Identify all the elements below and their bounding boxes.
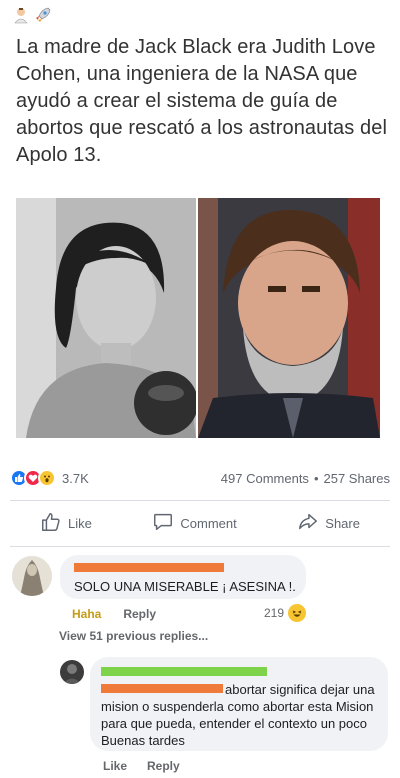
avatar[interactable] <box>12 556 52 596</box>
comment-meta: Haha Reply <box>72 607 156 621</box>
thumbs-up-icon <box>40 511 62 536</box>
comment-meta: Like Reply <box>103 759 180 773</box>
post-text: La madre de Jack Black era Judith Love C… <box>16 36 387 166</box>
like-button[interactable]: Like <box>10 511 122 536</box>
haha-emoji-icon <box>288 604 307 622</box>
reply-button[interactable]: Reply <box>147 759 180 773</box>
stats-separator: • <box>313 470 319 486</box>
redacted-name <box>74 563 224 572</box>
share-button[interactable]: Share <box>267 511 390 536</box>
action-bar: Like Comment Share <box>10 508 390 538</box>
redacted-name <box>101 667 267 676</box>
comment-reactions[interactable]: 219 <box>264 604 307 622</box>
share-arrow-icon <box>297 511 319 536</box>
comments-count[interactable]: 497 Comments <box>221 471 309 486</box>
scientist-emoji-icon <box>12 6 30 27</box>
photo-judith-love-cohen <box>16 198 196 438</box>
comment-button[interactable]: Comment <box>122 511 266 536</box>
divider <box>10 500 390 501</box>
comment-bubble-icon <box>152 511 174 536</box>
rocket-emoji-icon <box>34 6 52 27</box>
comment-reaction-count: 219 <box>264 606 285 620</box>
like-label: Like <box>68 515 92 531</box>
comment-label: Comment <box>180 515 237 531</box>
reaction-summary[interactable]: 3.7K <box>10 469 89 487</box>
haha-reaction-button[interactable]: Haha <box>72 607 101 621</box>
comment-bubble: SOLO UNA MISERABLE ¡ ASESINA !. <box>60 555 306 599</box>
like-comment-button[interactable]: Like <box>103 759 127 773</box>
wow-reaction-icon <box>38 469 56 487</box>
reaction-count: 3.7K <box>62 470 89 486</box>
comment-bubble: abortar significa dejar una mision o sus… <box>90 657 388 751</box>
shares-count[interactable]: 257 Shares <box>324 471 391 486</box>
divider <box>10 546 390 547</box>
comment-text: SOLO UNA MISERABLE ¡ ASESINA !. <box>74 579 296 594</box>
view-previous-replies[interactable]: View 51 previous replies... <box>59 629 208 643</box>
share-label: Share <box>325 515 360 531</box>
comment-text: abortar significa dejar una mision o sus… <box>101 682 375 748</box>
post-image[interactable] <box>16 198 380 438</box>
avatar[interactable] <box>60 660 84 684</box>
reply-button[interactable]: Reply <box>123 607 156 621</box>
emoji-row <box>12 4 52 28</box>
post-stats: 3.7K 497 Comments • 257 Shares <box>10 466 390 490</box>
photo-jack-black <box>198 198 380 438</box>
